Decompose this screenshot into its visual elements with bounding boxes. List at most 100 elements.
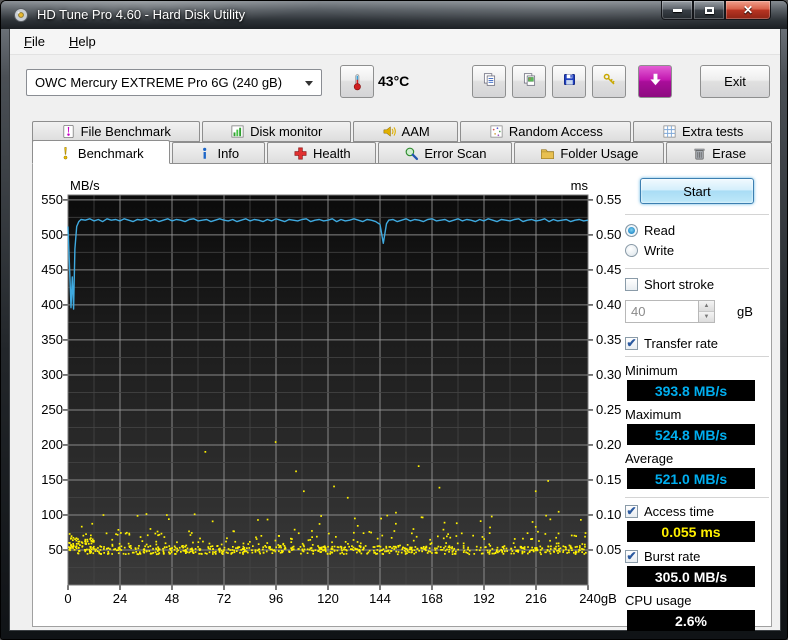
tab-label: Random Access xyxy=(509,124,603,139)
tab-benchmark[interactable]: Benchmark xyxy=(32,140,170,164)
start-button[interactable]: Start xyxy=(640,178,754,204)
left-axis-tick-label: 300 xyxy=(33,367,63,382)
read-radio[interactable]: Read xyxy=(625,223,769,238)
folder-usage-icon xyxy=(540,146,555,161)
tab-label: AAM xyxy=(402,124,430,139)
tab-health[interactable]: Health xyxy=(267,142,376,164)
right-axis-tick-label: 0.40 xyxy=(596,297,632,312)
erase-icon xyxy=(692,146,707,161)
menu-file[interactable]: File xyxy=(14,30,55,53)
tab-label: Disk monitor xyxy=(250,124,322,139)
tab-erase[interactable]: Erase xyxy=(666,142,772,164)
gb-unit-label: gB xyxy=(737,304,753,319)
left-axis-tick-label: 350 xyxy=(33,332,63,347)
minimize-button[interactable] xyxy=(661,1,693,20)
tab-extra-tests[interactable]: Extra tests xyxy=(633,121,772,142)
access-time-value-text: 0.055 ms xyxy=(661,524,720,540)
random-access-icon xyxy=(489,124,504,139)
exit-button[interactable]: Exit xyxy=(700,65,770,98)
short-stroke-size-field: 40 ▲ ▼ gB xyxy=(625,300,769,323)
aam-icon xyxy=(382,124,397,139)
minimum-value-text: 393.8 MB/s xyxy=(655,383,727,399)
health-icon xyxy=(293,146,308,161)
average-value-text: 521.0 MB/s xyxy=(655,471,727,487)
download-icon xyxy=(648,72,663,92)
x-axis-tick-label: 216 xyxy=(506,591,566,606)
toolbar: OWC Mercury EXTREME Pro 6G (240 gB) 43°C… xyxy=(10,55,780,121)
copy-image-button[interactable] xyxy=(512,65,546,98)
short-stroke-label: Short stroke xyxy=(644,277,714,292)
left-axis-tick-label: 550 xyxy=(33,192,63,207)
right-axis-tick-label: 0.55 xyxy=(596,192,632,207)
short-stroke-checkbox[interactable]: Short stroke xyxy=(625,277,769,292)
write-radio[interactable]: Write xyxy=(625,243,769,258)
right-axis-tick-label: 0.20 xyxy=(596,437,632,452)
divider xyxy=(625,268,769,269)
access-time-checkbox[interactable]: ✔ Access time xyxy=(625,504,769,519)
options-button[interactable] xyxy=(592,65,626,98)
menu-help[interactable]: Help xyxy=(59,30,106,53)
title-bar[interactable]: HD Tune Pro 4.60 - Hard Disk Utility ✕ xyxy=(1,1,787,29)
radio-unselected-icon xyxy=(625,244,638,257)
tab-label: Extra tests xyxy=(682,124,743,139)
burst-rate-value-text: 305.0 MB/s xyxy=(655,569,727,585)
right-axis-tick-label: 0.30 xyxy=(596,367,632,382)
x-axis-tick-label: 48 xyxy=(142,591,202,606)
x-axis-tick-label: 192 xyxy=(454,591,514,606)
close-button[interactable]: ✕ xyxy=(725,1,771,20)
start-button-label: Start xyxy=(683,184,710,199)
copy-image-icon xyxy=(522,72,537,92)
copy-text-icon xyxy=(482,72,497,92)
tab-disk-monitor[interactable]: Disk monitor xyxy=(202,121,351,142)
transfer-rate-label: Transfer rate xyxy=(644,336,718,351)
left-axis-tick-label: 450 xyxy=(33,262,63,277)
window-title: HD Tune Pro 4.60 - Hard Disk Utility xyxy=(37,7,245,22)
tab-random-access[interactable]: Random Access xyxy=(460,121,631,142)
drive-selector-value: OWC Mercury EXTREME Pro 6G (240 gB) xyxy=(35,75,282,90)
tab-label: Benchmark xyxy=(78,146,144,161)
average-label: Average xyxy=(625,451,769,466)
tab-folder-usage[interactable]: Folder Usage xyxy=(514,142,664,164)
file-benchmark-icon xyxy=(61,124,76,139)
divider xyxy=(625,497,769,498)
copy-text-button[interactable] xyxy=(472,65,506,98)
save-button[interactable] xyxy=(552,65,586,98)
tab-row-primary: Benchmark InfoHealth Error Scan Folder Usag… xyxy=(32,142,772,164)
right-axis-tick-label: 0.15 xyxy=(596,472,632,487)
benchmark-icon xyxy=(58,146,73,161)
right-axis-tick-label: 0.05 xyxy=(596,542,632,557)
tab-info[interactable]: Info xyxy=(172,142,266,164)
size-input[interactable]: 40 xyxy=(625,300,699,323)
transfer-rate-checkbox[interactable]: ✔ Transfer rate xyxy=(625,336,769,351)
tab-error-scan[interactable]: Error Scan xyxy=(378,142,512,164)
left-axis-tick-label: 200 xyxy=(33,437,63,452)
tab-label: File Benchmark xyxy=(81,124,171,139)
tab-label: Error Scan xyxy=(424,146,486,161)
maximum-value-text: 524.8 MB/s xyxy=(655,427,727,443)
app-window: HD Tune Pro 4.60 - Hard Disk Utility ✕ F… xyxy=(0,0,788,640)
left-axis-title: MB/s xyxy=(70,178,100,193)
right-axis-tick-label: 0.10 xyxy=(596,507,632,522)
tab-label: Erase xyxy=(712,146,746,161)
spin-up-button[interactable]: ▲ xyxy=(699,301,714,312)
tab-aam[interactable]: AAM xyxy=(353,121,458,142)
minimum-label: Minimum xyxy=(625,363,769,378)
spin-down-button[interactable]: ▼ xyxy=(699,312,714,322)
left-axis-tick-label: 500 xyxy=(33,227,63,242)
right-axis-tick-label: 0.25 xyxy=(596,402,632,417)
download-button[interactable] xyxy=(638,65,672,98)
error-scan-icon xyxy=(404,146,419,161)
tab-file-benchmark[interactable]: File Benchmark xyxy=(32,121,200,142)
disk-monitor-icon xyxy=(230,124,245,139)
thermometer-icon xyxy=(348,73,366,91)
temperature-value: 43°C xyxy=(378,73,409,89)
minimum-value: 393.8 MB/s xyxy=(627,380,755,401)
burst-rate-checkbox[interactable]: ✔ Burst rate xyxy=(625,549,769,564)
left-axis-tick-label: 400 xyxy=(33,297,63,312)
chevron-down-icon xyxy=(305,81,313,86)
x-axis-tick-label: 24 xyxy=(90,591,150,606)
temperature-button[interactable] xyxy=(340,65,374,98)
maximize-button[interactable] xyxy=(693,1,725,20)
burst-rate-label: Burst rate xyxy=(644,549,700,564)
drive-selector[interactable]: OWC Mercury EXTREME Pro 6G (240 gB) xyxy=(26,69,322,96)
